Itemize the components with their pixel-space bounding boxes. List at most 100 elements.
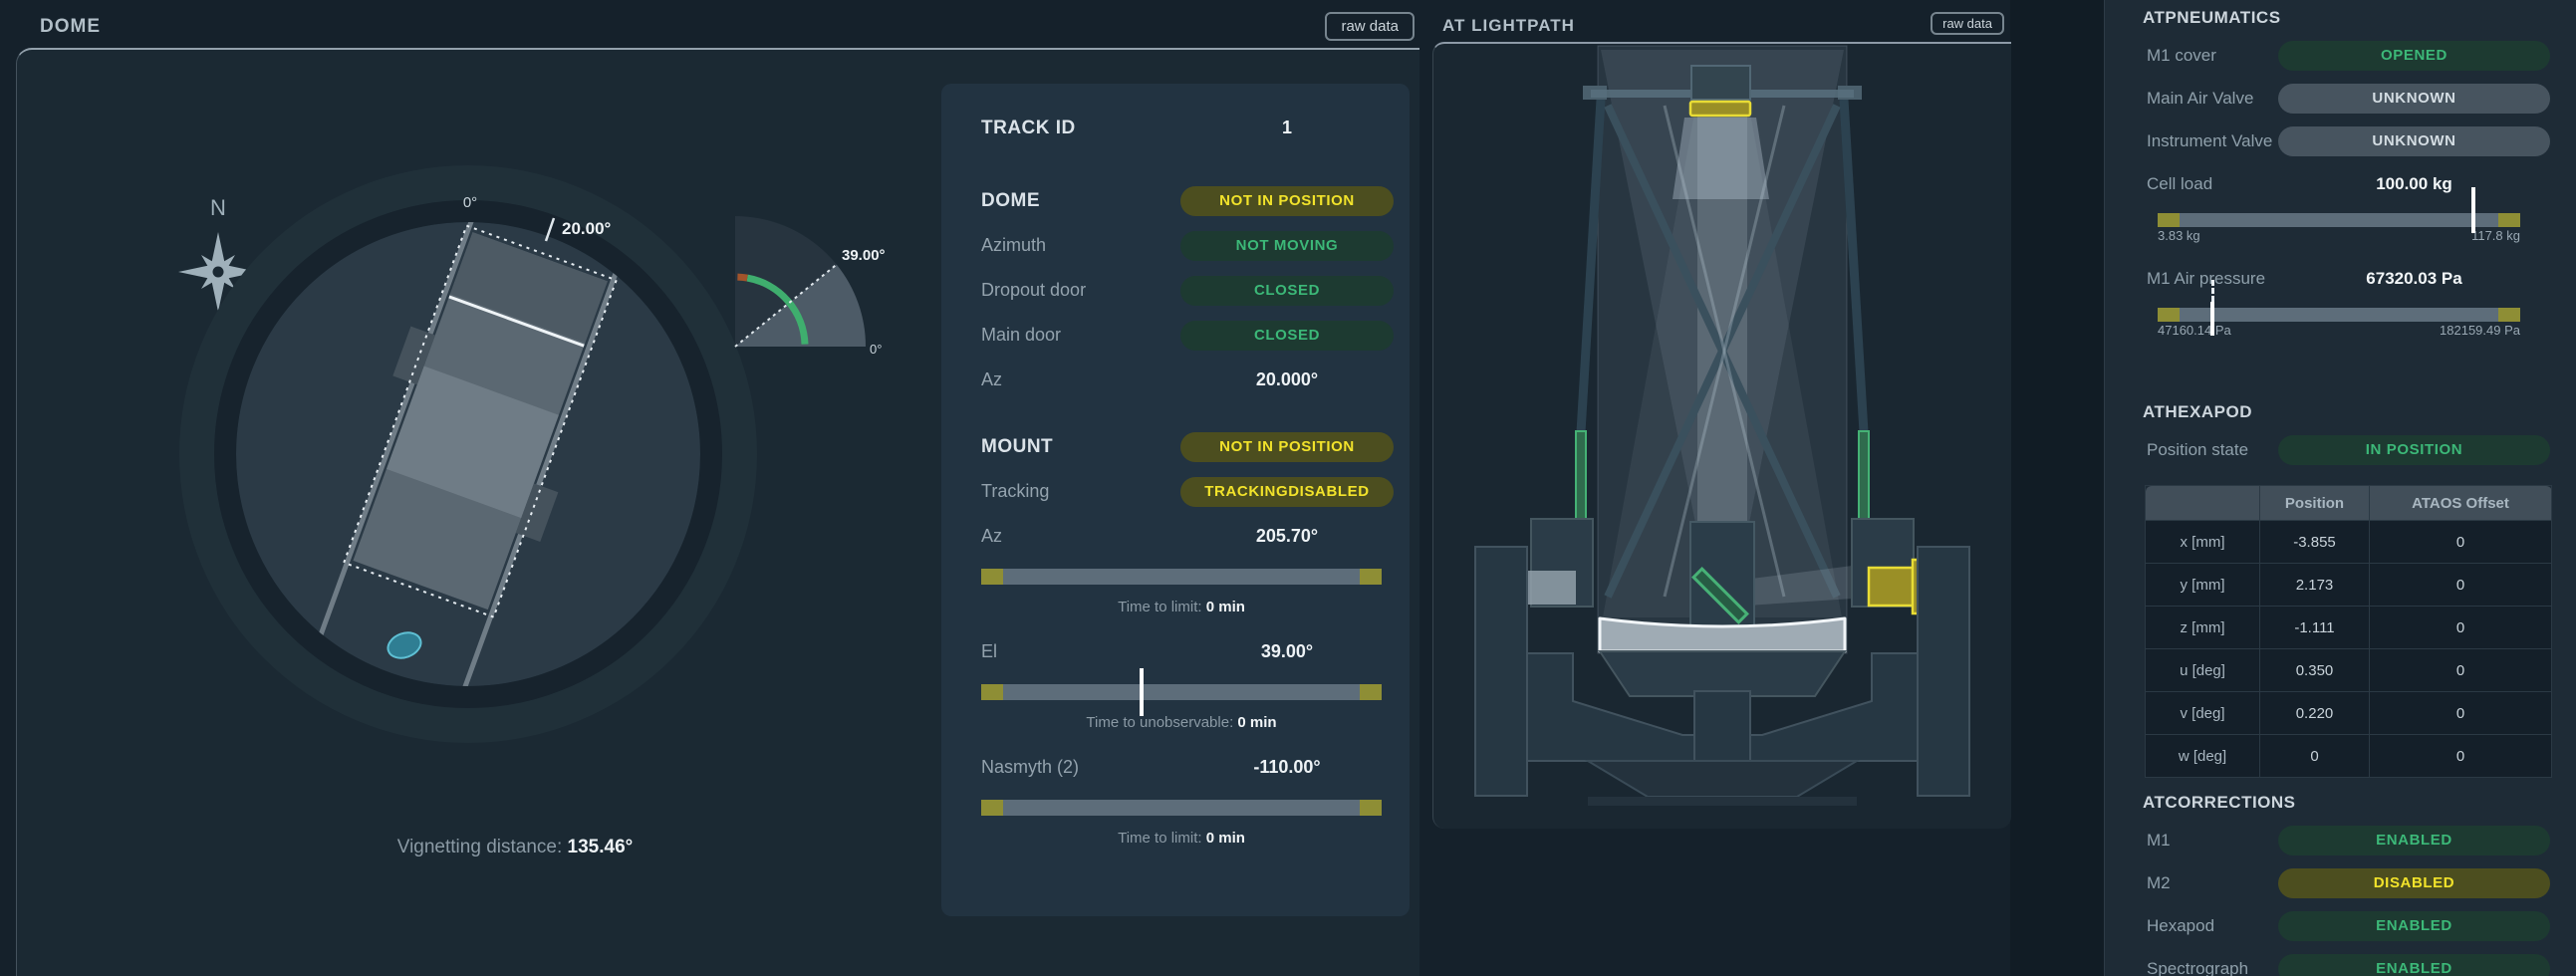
hexapod-header-offset: ATAOS Offset [2370, 486, 2552, 521]
tracking-label: Tracking [981, 481, 1180, 502]
cell-load-marker [2471, 187, 2475, 233]
mount-status-badge: NOT IN POSITION [1180, 432, 1394, 462]
position-cell: 0 [2260, 735, 2370, 778]
cell-load-gauge: 3.83 kg 117.8 kg [2158, 213, 2520, 243]
m1-air-pressure-value: 67320.03 Pa [2278, 269, 2550, 289]
vignetting-distance: Vignetting distance: 135.46° [316, 837, 714, 858]
correction-spectrograph-badge: ENABLED [2278, 954, 2550, 976]
atcorrections-section: ATCORRECTIONS M1 ENABLED M2 DISABLED Hex… [2105, 785, 2576, 976]
main-door-status-badge: CLOSED [1180, 321, 1394, 351]
cell-load-label: Cell load [2147, 174, 2278, 194]
panel-gap [2010, 0, 2104, 976]
main-air-valve-status-badge: UNKNOWN [2278, 84, 2550, 114]
vignetting-value: 135.46° [568, 837, 634, 857]
hexapod-table: Position ATAOS Offset x [mm] -3.855 0 y … [2145, 485, 2552, 778]
nasmyth-limit-slider: Time to limit: 0 min [981, 800, 1382, 847]
table-row: z [mm] -1.111 0 [2146, 607, 2552, 649]
nasmyth-value: -110.00° [1180, 757, 1394, 778]
cell-load-value: 100.00 kg [2278, 174, 2550, 194]
axis-cell: y [mm] [2146, 564, 2260, 607]
table-row: w [deg] 0 0 [2146, 735, 2552, 778]
axis-cell: v [deg] [2146, 692, 2260, 735]
axis-cell: w [deg] [2146, 735, 2260, 778]
cell-load-min: 3.83 kg [2158, 228, 2200, 243]
hexapod-header-axis [2146, 486, 2260, 521]
axis-cell: u [deg] [2146, 649, 2260, 692]
dome-raw-data-button[interactable]: raw data [1325, 12, 1415, 41]
mount-el-note-label: Time to unobservable: [1086, 714, 1233, 731]
dome-status-badge: NOT IN POSITION [1180, 186, 1394, 216]
m1-cover-label: M1 cover [2147, 46, 2278, 66]
dome-az-value: 20.000° [1180, 369, 1394, 390]
mirror-cell [1600, 651, 1845, 696]
correction-m2-label: M2 [2147, 873, 2278, 893]
mount-el-note-value: 0 min [1237, 714, 1276, 731]
m2-baffle [1673, 118, 1769, 199]
nasmyth-note-label: Time to limit: [1118, 830, 1201, 847]
dome-section-label: DOME [981, 190, 1180, 212]
mount-base [1588, 761, 1857, 797]
track-id-label: TRACK ID [981, 118, 1180, 139]
application-window: DOME raw data N [0, 0, 2576, 976]
position-state-label: Position state [2147, 440, 2278, 460]
atpneumatics-section: ATPNEUMATICS M1 cover OPENED Main Air Va… [2105, 0, 2576, 338]
telescope-lightpath-diagram [1433, 44, 2011, 829]
offset-cell: 0 [2370, 521, 2552, 564]
azimuth-zero-tick-label: 0° [463, 194, 477, 211]
lightpath-panel: AT LIGHTPATH raw data [1432, 8, 2010, 827]
lightpath-panel-body [1432, 42, 2011, 829]
dropout-door-label: Dropout door [981, 280, 1180, 301]
mount-el-marker [1140, 668, 1144, 716]
correction-m1-label: M1 [2147, 831, 2278, 851]
right-nasmyth-port-active [1869, 568, 1915, 606]
mount-el-value: 39.00° [1180, 641, 1394, 662]
correction-hexapod-badge: ENABLED [2278, 911, 2550, 941]
air-pressure-max: 182159.49 Pa [2440, 323, 2520, 338]
azimuth-pointer-label: 20.00° [562, 219, 612, 238]
dome-azimuth-label: Azimuth [981, 235, 1180, 256]
offset-cell: 0 [2370, 607, 2552, 649]
tracking-status-badge: TRACKINGDISABLED [1180, 477, 1394, 507]
hexapod-header-position: Position [2260, 486, 2370, 521]
position-cell: 2.173 [2260, 564, 2370, 607]
correction-spectrograph-label: Spectrograph [2147, 959, 2278, 976]
position-state-badge: IN POSITION [2278, 435, 2550, 465]
m2-highlight [1690, 102, 1750, 116]
elevation-gauge: 39.00° 0° [735, 216, 886, 357]
position-cell: 0.350 [2260, 649, 2370, 692]
m1-cover-status-badge: OPENED [2278, 41, 2550, 71]
axis-cell: z [mm] [2146, 607, 2260, 649]
elevation-limit-arc [737, 277, 747, 278]
mount-el-limit-slider: Time to unobservable: 0 min [981, 684, 1382, 731]
mount-az-note-label: Time to limit: [1118, 599, 1201, 615]
correction-m1-badge: ENABLED [2278, 826, 2550, 855]
mount-az-value: 205.70° [1180, 526, 1394, 547]
mount-az-label: Az [981, 526, 1180, 547]
athexapod-section: ATHEXAPOD Position state IN POSITION Pos… [2105, 394, 2576, 778]
offset-cell: 0 [2370, 649, 2552, 692]
correction-m2-badge: DISABLED [2278, 868, 2550, 898]
atcorrections-title: ATCORRECTIONS [2105, 785, 2576, 819]
position-cell: -3.855 [2260, 521, 2370, 564]
instrument-valve-status-badge: UNKNOWN [2278, 126, 2550, 156]
position-cell: -1.111 [2260, 607, 2370, 649]
mount-base-plate [1588, 797, 1857, 806]
atpneumatics-title: ATPNEUMATICS [2105, 0, 2576, 34]
left-nasmyth-port [1526, 571, 1576, 605]
elevation-zero-label: 0° [870, 342, 882, 357]
elevation-current-label: 39.00° [842, 247, 886, 264]
table-row: x [mm] -3.855 0 [2146, 521, 2552, 564]
telemetry-sidebar: ATPNEUMATICS M1 cover OPENED Main Air Va… [2104, 0, 2576, 976]
table-row: u [deg] 0.350 0 [2146, 649, 2552, 692]
telemetry-card: TRACK ID 1 DOME NOT IN POSITION Azimuth … [941, 84, 1410, 916]
track-id-value: 1 [1180, 118, 1394, 138]
mount-section-label: MOUNT [981, 436, 1180, 458]
vignetting-label: Vignetting distance: [397, 837, 563, 857]
air-pressure-min: 47160.14 Pa [2158, 323, 2231, 338]
lightpath-raw-data-button[interactable]: raw data [1931, 12, 2004, 35]
cell-load-max: 117.8 kg [2471, 228, 2520, 243]
main-air-valve-label: Main Air Valve [2147, 89, 2278, 109]
hexapod-table-header-row: Position ATAOS Offset [2146, 486, 2552, 521]
lightpath-panel-title: AT LIGHTPATH [1442, 16, 1575, 36]
position-cell: 0.220 [2260, 692, 2370, 735]
